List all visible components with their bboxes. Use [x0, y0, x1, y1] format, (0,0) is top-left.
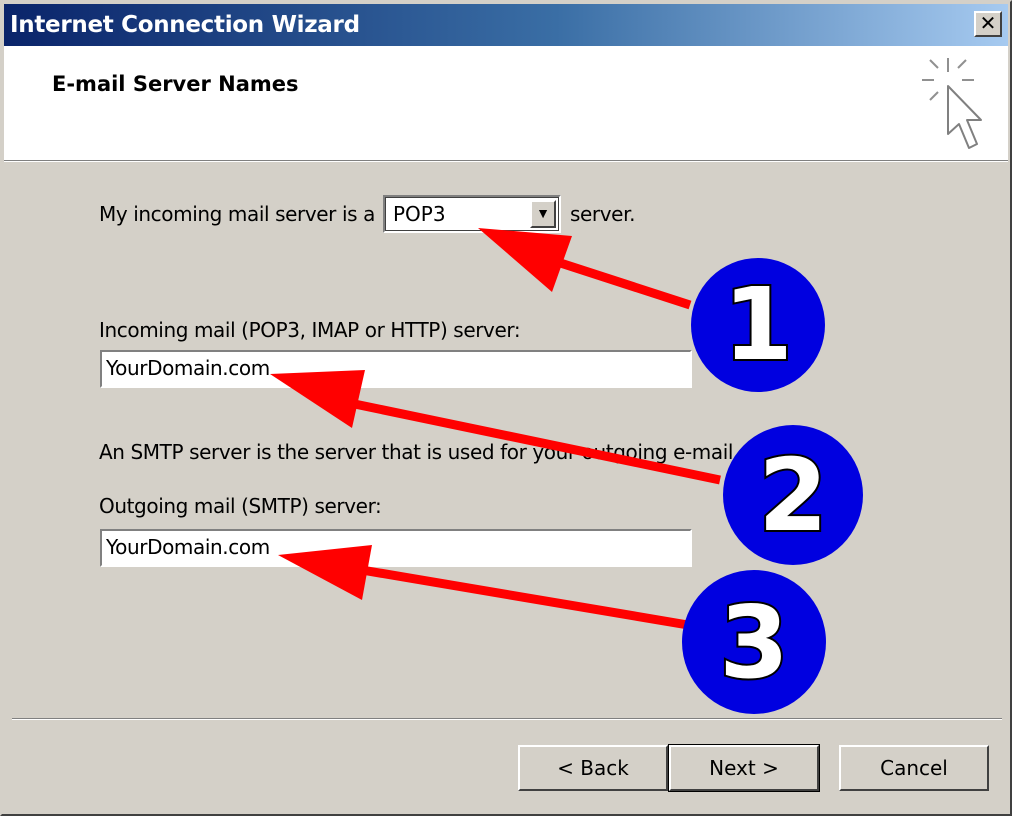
outgoing-server-label: Outgoing mail (SMTP) server:	[99, 494, 382, 518]
close-icon: ✕	[979, 11, 997, 35]
incoming-type-label: My incoming mail server is a	[99, 202, 375, 226]
incoming-server-input[interactable]: YourDomain.com	[100, 350, 692, 388]
wizard-sparkle-cursor-icon	[922, 58, 982, 149]
incoming-server-type-value: POP3	[393, 202, 446, 226]
chevron-down-icon: ▼	[536, 205, 550, 221]
dropdown-button[interactable]: ▼	[530, 200, 556, 228]
next-button[interactable]: Next >	[668, 744, 820, 792]
outgoing-server-input[interactable]: YourDomain.com	[100, 529, 692, 567]
back-button[interactable]: < Back	[518, 745, 668, 791]
cancel-button[interactable]: Cancel	[839, 745, 989, 791]
incoming-server-type-select[interactable]: POP3 ▼	[383, 195, 561, 233]
page-title: E-mail Server Names	[52, 72, 299, 96]
close-button[interactable]: ✕	[974, 11, 1002, 37]
header-divider	[4, 161, 1008, 162]
incoming-server-label: Incoming mail (POP3, IMAP or HTTP) serve…	[99, 318, 521, 342]
smtp-description: An SMTP server is the server that is use…	[99, 440, 739, 464]
footer-divider	[12, 718, 1002, 720]
wizard-header: E-mail Server Names	[4, 46, 1008, 161]
title-bar: Internet Connection Wizard ✕	[4, 4, 1008, 46]
window-title: Internet Connection Wizard	[10, 12, 360, 38]
incoming-type-suffix: server.	[570, 202, 636, 226]
wizard-window: Internet Connection Wizard ✕ E-mail Serv…	[0, 0, 1012, 816]
